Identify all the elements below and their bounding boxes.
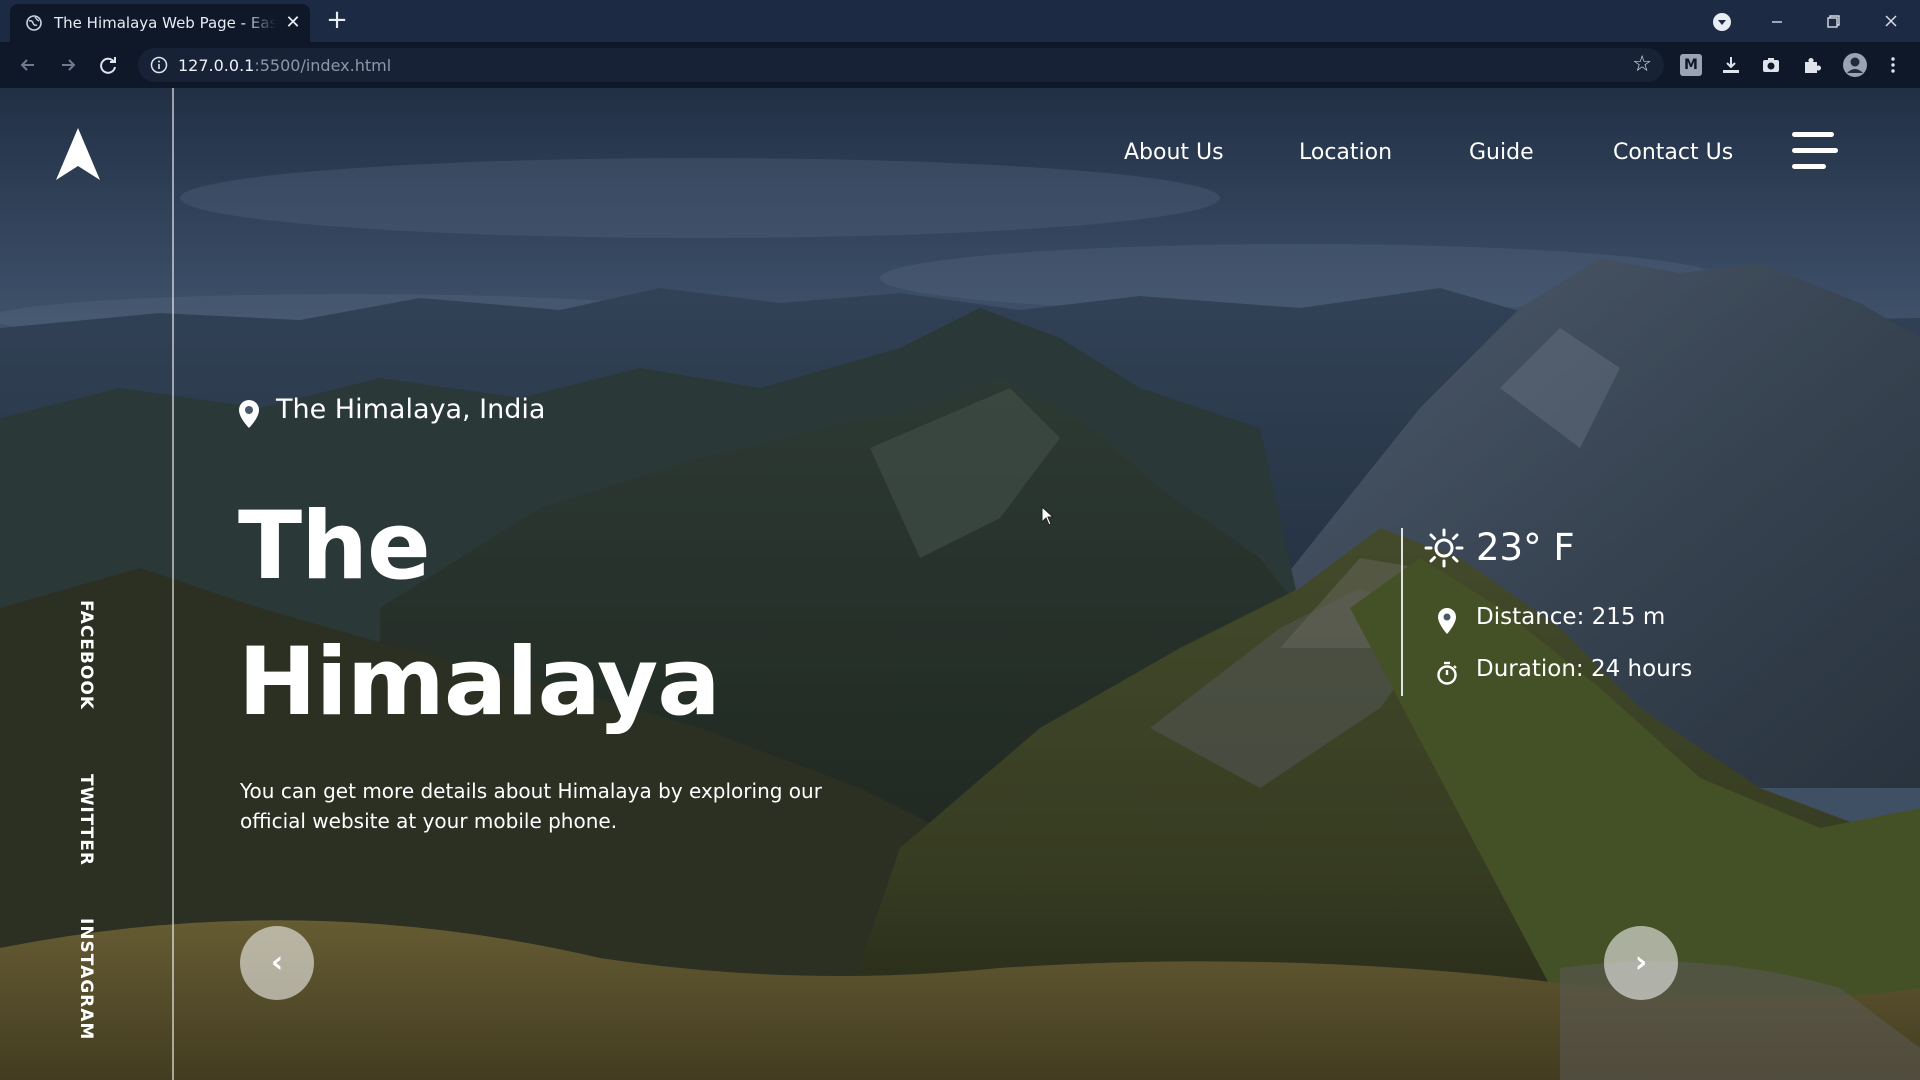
back-icon[interactable]	[14, 51, 42, 79]
restore-icon[interactable]	[1818, 6, 1848, 36]
browser-menu-icon[interactable]	[1882, 54, 1904, 76]
temperature-value: 23° F	[1476, 526, 1575, 569]
tab-title: The Himalaya Web Page - Easy Tutorials	[54, 14, 276, 32]
sun-icon	[1424, 528, 1464, 568]
address-bar[interactable]: 127.0.0.1:5500/index.html ☆	[138, 48, 1664, 82]
extension-m-icon[interactable]: M	[1680, 54, 1702, 76]
browser-tab-bar: The Himalaya Web Page - Easy Tutorials ✕…	[0, 0, 1920, 42]
web-page: FACEBOOK TWITTER INSTAGRAM About Us Loca…	[0, 88, 1920, 1080]
mouse-cursor-icon	[1041, 506, 1055, 526]
nav-item-guide[interactable]: Guide	[1469, 140, 1534, 165]
browser-toolbar: 127.0.0.1:5500/index.html ☆ M	[0, 42, 1920, 88]
new-tab-button[interactable]: +	[324, 7, 350, 34]
social-link-instagram[interactable]: INSTAGRAM	[76, 918, 96, 1040]
tab-search-icon[interactable]	[1712, 12, 1732, 32]
nav-item-about-us[interactable]: About Us	[1124, 140, 1224, 165]
distance-pin-icon	[1438, 608, 1456, 634]
minimize-icon[interactable]	[1762, 6, 1792, 36]
profile-avatar-icon[interactable]	[1842, 52, 1868, 78]
hero-location: The Himalaya, India	[276, 394, 546, 425]
logo-arrow-icon[interactable]	[56, 128, 100, 180]
tab-close-icon[interactable]: ✕	[284, 14, 302, 32]
location-pin-icon	[239, 400, 259, 428]
nav-item-location[interactable]: Location	[1299, 140, 1392, 165]
nav-item-contact-us[interactable]: Contact Us	[1613, 140, 1733, 165]
hero-title-line2: Himalaya	[238, 628, 721, 737]
next-slide-button[interactable]: ›	[1604, 926, 1678, 1000]
info-divider	[1401, 528, 1403, 696]
duration-value: Duration: 24 hours	[1476, 656, 1693, 682]
reload-icon[interactable]	[94, 51, 122, 79]
close-window-icon[interactable]	[1876, 6, 1906, 36]
prev-slide-button[interactable]: ‹	[240, 926, 314, 1000]
distance-value: Distance: 215 m	[1476, 604, 1666, 630]
bookmark-star-icon[interactable]: ☆	[1632, 53, 1652, 77]
forward-icon[interactable]	[54, 51, 82, 79]
hamburger-menu-icon[interactable]	[1792, 132, 1838, 172]
stopwatch-icon	[1437, 661, 1457, 685]
globe-icon	[26, 15, 42, 31]
url-text: 127.0.0.1:5500/index.html	[178, 56, 391, 75]
sidebar-divider	[172, 88, 174, 1080]
hero-title-line1: The	[238, 492, 431, 601]
extension-download-icon[interactable]	[1720, 54, 1742, 76]
browser-tab[interactable]: The Himalaya Web Page - Easy Tutorials ✕	[10, 4, 310, 42]
extensions-puzzle-icon[interactable]	[1801, 54, 1823, 76]
url-path: :5500/index.html	[254, 56, 392, 75]
url-host: 127.0.0.1	[178, 56, 255, 75]
social-link-facebook[interactable]: FACEBOOK	[76, 600, 96, 710]
hero-description: You can get more details about Himalaya …	[240, 779, 822, 833]
camera-icon[interactable]	[1760, 54, 1782, 76]
social-link-twitter[interactable]: TWITTER	[76, 774, 96, 866]
site-info-icon[interactable]	[150, 56, 168, 74]
